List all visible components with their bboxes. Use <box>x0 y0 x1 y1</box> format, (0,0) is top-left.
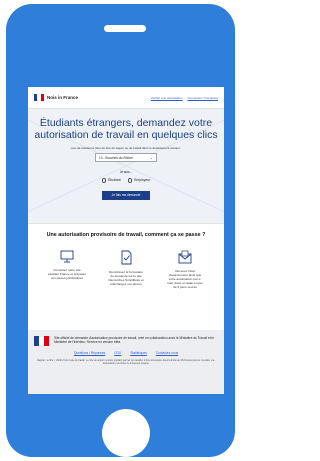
contact-link[interactable]: Contactez-nous <box>156 351 178 355</box>
step-item: Remplissez le formulaire de demande sur … <box>107 250 145 289</box>
monitor-icon <box>60 250 74 263</box>
role-label: Je suis... <box>119 170 133 174</box>
french-flag-logo <box>34 336 49 346</box>
role-employer-radio[interactable]: Employeur <box>127 178 151 183</box>
steps-title: Une autorisation provisoire de travail, … <box>46 232 206 238</box>
terms-link[interactable]: CGU <box>114 351 121 355</box>
department-select[interactable]: 13 - Bouches-du-Rhône ⌄ <box>95 153 157 162</box>
legal-notice: Rappel : le titre I, L5221-5 du Code du … <box>37 359 215 366</box>
radio-circle-icon[interactable] <box>101 178 107 183</box>
french-flag-logo <box>34 94 44 101</box>
hero-section: Étudiants étrangers, demandez votre auto… <box>28 109 224 224</box>
site-header: Nois in France Vérifier une autorisation… <box>28 87 224 109</box>
step-item: Consultez notre site étudiant France et … <box>48 250 86 289</box>
document-check-icon <box>121 250 131 265</box>
chevron-down-icon: ⌄ <box>149 155 153 160</box>
step-item: Recevez l'état d'avancement ainsi que vo… <box>166 250 204 289</box>
verify-authorization-link[interactable]: Vérifier une autorisation <box>151 96 183 100</box>
hero-title: Étudiants étrangers, demandez votre auto… <box>34 117 218 141</box>
footer-logo <box>34 336 49 346</box>
site-footer: Site officiel de demande d'autorisation … <box>28 330 224 394</box>
home-button[interactable] <box>102 409 150 457</box>
phone-frame: Nois in France Vérifier une autorisation… <box>6 4 235 457</box>
start-request-button[interactable]: Je fais ma demande <box>102 190 150 200</box>
footer-links: Questions / Réponses CGU Statistiques Co… <box>34 351 218 355</box>
step-text: Remplissez le formulaire de demande sur … <box>108 270 144 287</box>
steps-list: Consultez notre site étudiant France et … <box>28 250 224 289</box>
header-links: Vérifier une autorisation Connexion / In… <box>151 96 218 100</box>
role-student-label: Étudiant <box>108 178 121 183</box>
phone-speaker <box>104 25 146 32</box>
stats-link[interactable]: Statistiques <box>130 351 146 355</box>
mail-icon <box>178 250 192 264</box>
step-text: Recevez l'état d'avancement ainsi que vo… <box>167 269 203 290</box>
role-employer-label: Employeur <box>134 178 151 183</box>
step-text: Consultez notre site étudiant France et … <box>48 268 87 281</box>
radio-circle-icon[interactable] <box>127 178 133 183</box>
role-student-radio[interactable]: Étudiant <box>101 178 121 183</box>
department-hint: Lieu de résidence (lieu de titre de séjo… <box>70 146 182 150</box>
phone-screen: Nois in France Vérifier une autorisation… <box>28 87 224 394</box>
footer-row: Site officiel de demande d'autorisation … <box>34 336 218 346</box>
department-value: 13 - Bouches-du-Rhône <box>99 155 133 160</box>
faq-link[interactable]: Questions / Réponses <box>74 351 105 355</box>
role-radio-group: Étudiant Employeur <box>28 178 224 183</box>
login-link[interactable]: Connexion / Inscription <box>187 96 218 100</box>
site-brand[interactable]: Nois in France <box>47 95 78 100</box>
footer-description: Site officiel de demande d'autorisation … <box>54 336 215 345</box>
